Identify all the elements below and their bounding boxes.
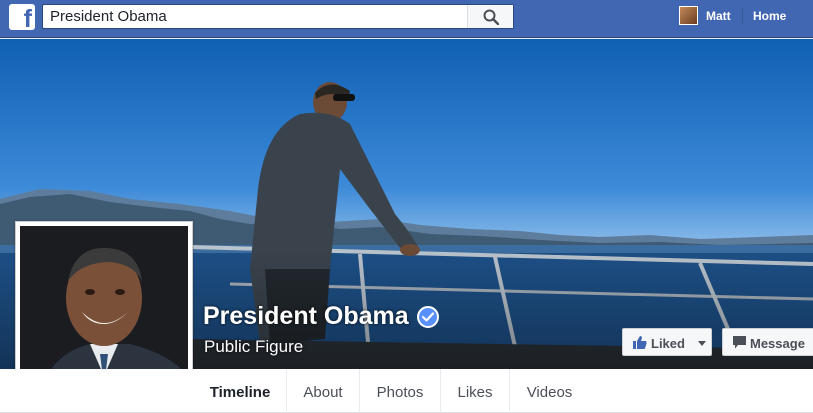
page-category: Public Figure	[204, 337, 304, 356]
verified-badge-icon	[417, 306, 439, 328]
tab-likes[interactable]: Likes	[441, 369, 510, 413]
tab-videos[interactable]: Videos	[510, 369, 589, 413]
profile-tab-bar: Timeline About Photos Likes Videos	[0, 369, 813, 413]
nav-home-link[interactable]: Home	[753, 9, 786, 23]
tab-about[interactable]: About	[287, 369, 360, 413]
liked-label: Liked	[651, 336, 685, 351]
search-icon	[483, 9, 499, 25]
search-bar	[42, 4, 514, 29]
top-nav-bar: f Matt Home	[0, 0, 813, 38]
nav-divider	[742, 8, 743, 24]
chevron-down-icon	[698, 341, 706, 346]
message-button[interactable]: Message	[722, 328, 813, 356]
checkmark-icon	[422, 312, 434, 322]
search-input[interactable]	[43, 5, 467, 28]
page-name: President Obama	[203, 302, 409, 330]
facebook-logo-icon[interactable]: f	[9, 4, 35, 33]
user-avatar[interactable]	[679, 6, 698, 25]
message-label: Message	[750, 336, 805, 351]
tab-timeline[interactable]: Timeline	[194, 369, 287, 413]
liked-button[interactable]: Liked	[622, 328, 712, 356]
message-bubble-icon	[733, 336, 746, 349]
nav-user-name[interactable]: Matt	[706, 9, 731, 23]
thumbs-up-icon	[633, 336, 647, 349]
search-button[interactable]	[467, 5, 513, 28]
logo-letter: f	[23, 5, 32, 33]
tab-photos[interactable]: Photos	[360, 369, 441, 413]
